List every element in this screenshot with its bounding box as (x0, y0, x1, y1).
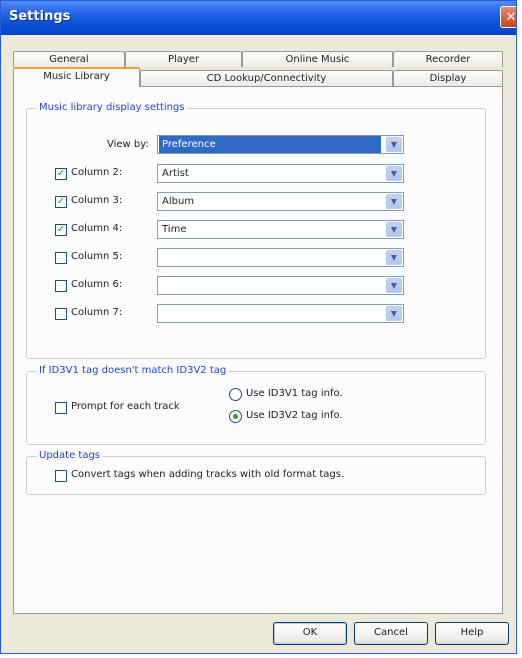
tab-music-library[interactable]: Music Library (13, 67, 140, 87)
prompt-each-track-checkbox[interactable] (55, 402, 67, 414)
chevron-down-icon[interactable]: ▼ (386, 250, 402, 265)
column-4-checkbox[interactable]: ✓ (55, 224, 67, 236)
tab-general[interactable]: General (13, 51, 125, 67)
id3-mismatch-legend: If ID3V1 tag doesn't match ID3V2 tag (37, 365, 229, 376)
column-2-value: Artist (162, 168, 189, 179)
ok-button[interactable]: OK (273, 622, 347, 645)
column-3-value: Album (162, 196, 195, 207)
display-settings-group: Music library display settings View by: … (26, 102, 486, 359)
chevron-down-icon[interactable]: ▼ (386, 306, 402, 321)
column-6-label: Column 6: (71, 279, 123, 290)
id3-mismatch-group: If ID3V1 tag doesn't match ID3V2 tag Pro… (26, 365, 486, 445)
prompt-each-track-label: Prompt for each track (71, 401, 180, 412)
chevron-down-icon[interactable]: ▼ (386, 278, 402, 293)
column-4-label: Column 4: (71, 223, 123, 234)
chevron-down-icon[interactable]: ▼ (386, 166, 402, 181)
column-7-label: Column 7: (71, 307, 123, 318)
column-7-checkbox[interactable] (55, 308, 67, 320)
tab-cd-lookup-connectivity[interactable]: CD Lookup/Connectivity (140, 70, 393, 86)
use-id3v1-radio[interactable] (229, 388, 242, 401)
use-id3v2-radio[interactable] (229, 410, 242, 423)
update-tags-group: Update tags Convert tags when adding tra… (26, 450, 486, 495)
tab-recorder[interactable]: Recorder (393, 51, 503, 67)
title-bar[interactable]: Settings ✕ (1, 1, 516, 35)
column-3-label: Column 3: (71, 195, 123, 206)
chevron-down-icon[interactable]: ▼ (386, 222, 402, 237)
view-by-dropdown[interactable]: Preference ▼ (157, 135, 404, 154)
view-by-label: View by: (107, 139, 149, 150)
tab-online-music[interactable]: Online Music (242, 51, 393, 67)
column-6-dropdown[interactable]: ▼ (157, 276, 404, 295)
update-tags-legend: Update tags (37, 450, 103, 461)
chevron-down-icon[interactable]: ▼ (386, 137, 402, 152)
close-button[interactable]: ✕ (500, 6, 516, 28)
window-title: Settings (9, 9, 71, 24)
column-2-dropdown[interactable]: Artist ▼ (157, 164, 404, 183)
column-7-dropdown[interactable]: ▼ (157, 304, 404, 323)
use-id3v1-label: Use ID3V1 tag info. (246, 388, 343, 399)
help-button[interactable]: Help (435, 622, 509, 645)
convert-tags-checkbox[interactable] (55, 470, 67, 482)
tab-player[interactable]: Player (125, 51, 242, 67)
column-3-dropdown[interactable]: Album ▼ (157, 192, 404, 211)
column-5-label: Column 5: (71, 251, 123, 262)
column-2-label: Column 2: (71, 167, 123, 178)
column-4-value: Time (162, 224, 187, 235)
column-6-checkbox[interactable] (55, 280, 67, 292)
settings-dialog: Settings ✕ General Player Online Music R… (0, 0, 517, 654)
convert-tags-label: Convert tags when adding tracks with old… (71, 469, 345, 480)
column-4-dropdown[interactable]: Time ▼ (157, 220, 404, 239)
chevron-down-icon[interactable]: ▼ (386, 194, 402, 209)
column-5-checkbox[interactable] (55, 252, 67, 264)
column-3-checkbox[interactable]: ✓ (55, 196, 67, 208)
use-id3v2-label: Use ID3V2 tag info. (246, 410, 343, 421)
cancel-button[interactable]: Cancel (354, 622, 428, 645)
column-5-dropdown[interactable]: ▼ (157, 248, 404, 267)
column-2-checkbox[interactable]: ✓ (55, 168, 67, 180)
tab-display[interactable]: Display (393, 70, 503, 86)
tab-panel-music-library: Music library display settings View by: … (13, 86, 503, 614)
view-by-value: Preference (159, 136, 381, 153)
radio-selected-dot (233, 414, 238, 419)
display-settings-legend: Music library display settings (37, 102, 187, 113)
